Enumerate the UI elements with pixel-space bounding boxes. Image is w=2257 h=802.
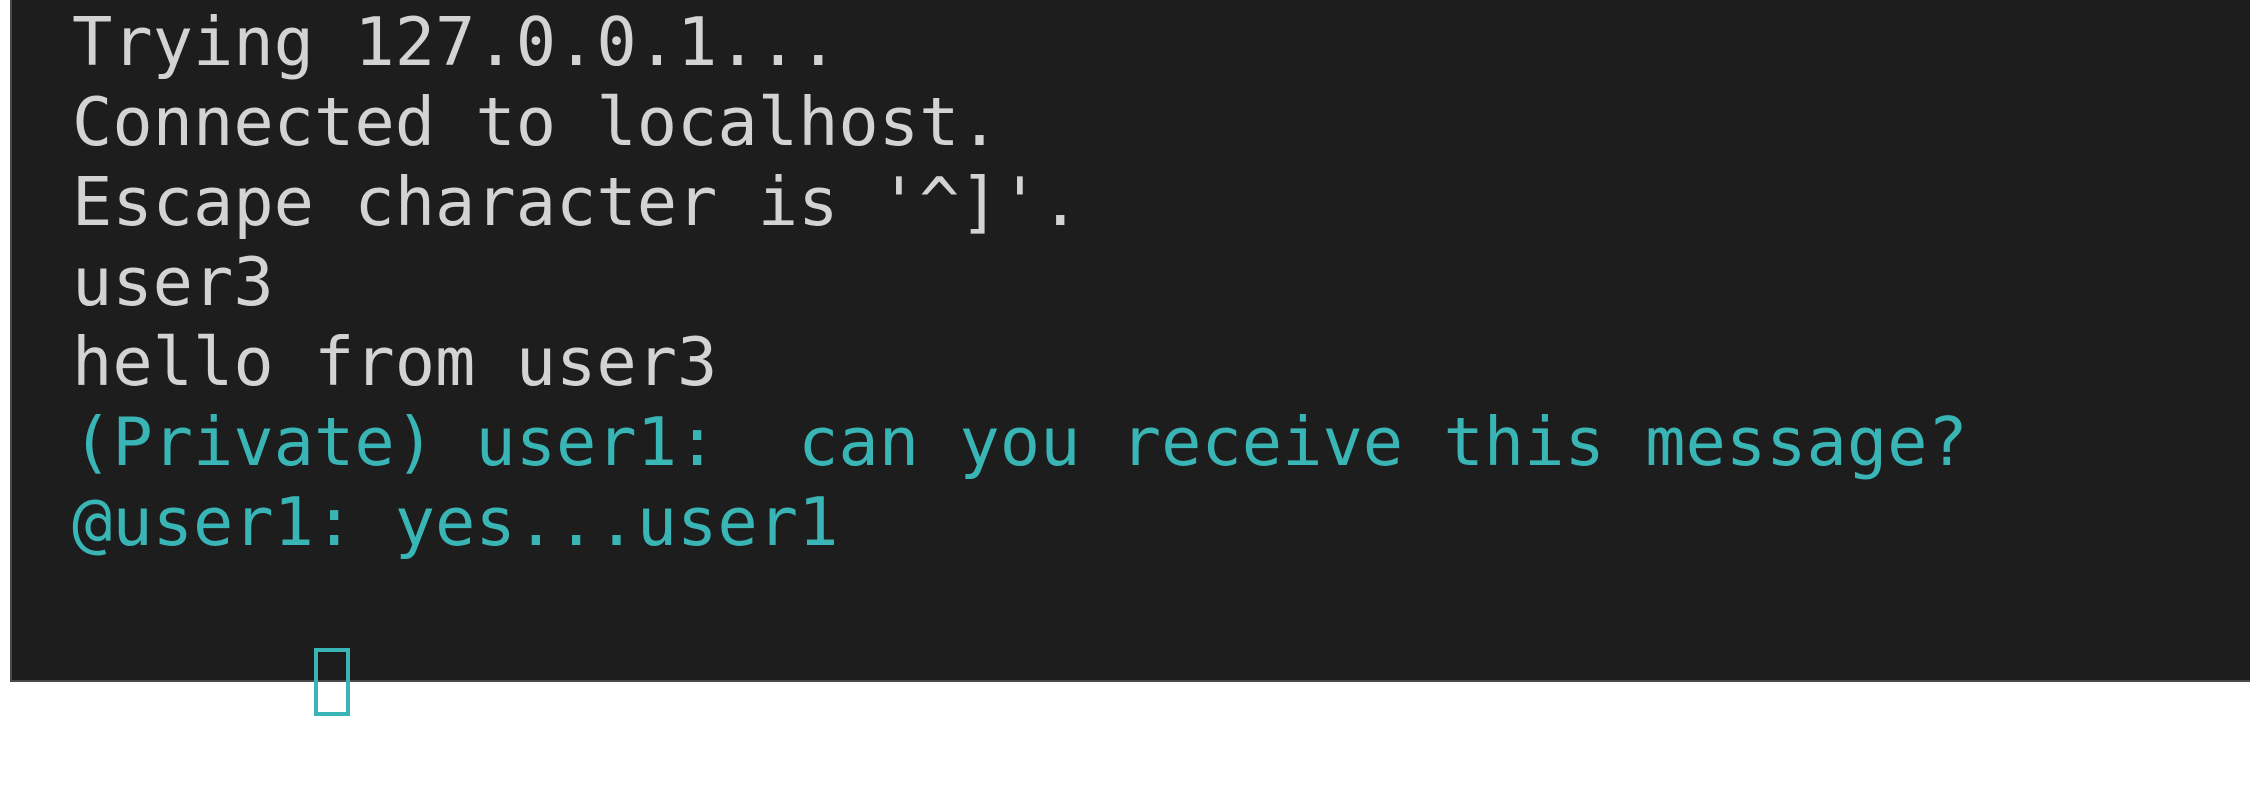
terminal-line-escape-character: Escape character is '^]'.	[72, 163, 1081, 241]
terminal-line-trying: Trying 127.0.0.1...	[72, 3, 839, 81]
terminal-line-private-message: (Private) user1: can you receive this me…	[72, 403, 1968, 481]
terminal-line-username: user3	[72, 243, 274, 321]
terminal-line-reply-message: @user1: yes...user1	[72, 483, 839, 561]
screenshot-frame: Trying 127.0.0.1... Connected to localho…	[0, 0, 2257, 716]
terminal-line-hello-message: hello from user3	[72, 323, 718, 401]
terminal-cursor	[314, 648, 351, 716]
terminal-window[interactable]: Trying 127.0.0.1... Connected to localho…	[10, 0, 2250, 716]
terminal-line-connected: Connected to localhost.	[72, 83, 1000, 161]
terminal-prompt-line[interactable]	[72, 562, 2250, 716]
